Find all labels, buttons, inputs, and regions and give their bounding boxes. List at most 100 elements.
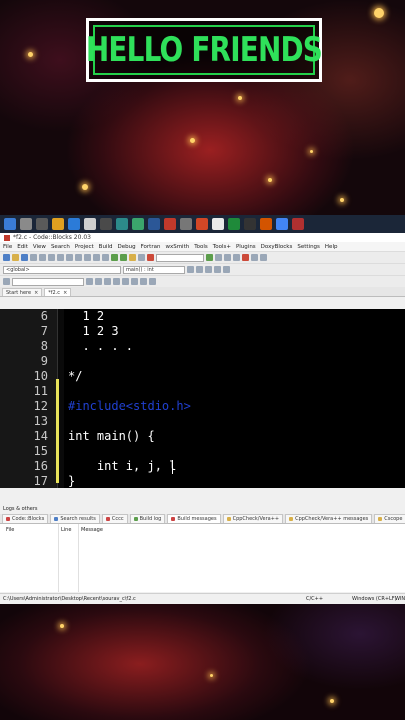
codeblocks-icon[interactable]: [260, 218, 272, 230]
search-icon[interactable]: [86, 278, 93, 285]
code-text: #include<stdio.h>: [68, 399, 191, 413]
app-icon[interactable]: [180, 218, 192, 230]
menu-debug[interactable]: Debug: [117, 244, 135, 250]
logs-tab-build-log[interactable]: Build log: [129, 514, 166, 523]
clock-app-icon[interactable]: [84, 218, 96, 230]
app-icon[interactable]: [212, 218, 224, 230]
close-icon[interactable]: ×: [34, 289, 38, 296]
logs-tab-cppcheck[interactable]: CppCheck/Vera++: [222, 514, 284, 523]
menu-tools[interactable]: Tools: [194, 244, 208, 250]
cut-icon[interactable]: [66, 254, 73, 261]
build-messages-list[interactable]: File Line Message: [0, 524, 405, 592]
info-icon[interactable]: [260, 254, 267, 261]
step-icon[interactable]: [215, 254, 222, 261]
menu-project[interactable]: Project: [75, 244, 94, 250]
save-all-icon[interactable]: [30, 254, 37, 261]
menu-search[interactable]: Search: [51, 244, 70, 250]
tab-label: Code::Blocks: [12, 515, 45, 522]
step-into-icon[interactable]: [224, 254, 231, 261]
scope-combo[interactable]: <global>: [3, 265, 121, 274]
app-icon[interactable]: [228, 218, 240, 230]
vscode-icon[interactable]: [68, 218, 80, 230]
menu-view[interactable]: View: [33, 244, 46, 250]
save-icon[interactable]: [21, 254, 28, 261]
menu-file[interactable]: File: [3, 244, 12, 250]
acrobat-icon[interactable]: [196, 218, 208, 230]
tab-f2-c[interactable]: *f2.c ×: [44, 288, 72, 296]
debug-windows-icon[interactable]: [251, 254, 258, 261]
uncomment-icon[interactable]: [113, 278, 120, 285]
menu-tools-plus[interactable]: Tools+: [213, 244, 231, 250]
search-combo[interactable]: [12, 277, 84, 286]
app-icon[interactable]: [132, 218, 144, 230]
stop-debug-icon[interactable]: [242, 254, 249, 261]
word-icon[interactable]: [148, 218, 160, 230]
prev-bookmark-icon[interactable]: [214, 266, 221, 273]
column-header-line[interactable]: Line: [61, 527, 71, 533]
jump-back-icon[interactable]: [187, 266, 194, 273]
build-run-icon[interactable]: [129, 254, 136, 261]
menu-plugins[interactable]: Plugins: [236, 244, 256, 250]
logs-tab-cscope[interactable]: Cscope: [374, 514, 405, 523]
tab-icon: [54, 517, 59, 521]
jump-forward-icon[interactable]: [196, 266, 203, 273]
toggle-bookmark-icon[interactable]: [205, 266, 212, 273]
close-icon[interactable]: ×: [63, 289, 67, 296]
redo-icon[interactable]: [57, 254, 64, 261]
logs-tab-build-messages[interactable]: Build messages: [167, 514, 221, 523]
app-icon[interactable]: [292, 218, 304, 230]
chrome-icon[interactable]: [276, 218, 288, 230]
menu-wxsmith[interactable]: wxSmith: [165, 244, 189, 250]
comment-icon[interactable]: [104, 278, 111, 285]
logs-tab-cppcheck-messages[interactable]: CppCheck/Vera++ messages: [285, 514, 373, 523]
print-icon[interactable]: [39, 254, 46, 261]
next-bookmark-icon[interactable]: [223, 266, 230, 273]
powerpoint-icon[interactable]: [164, 218, 176, 230]
app-icon[interactable]: [244, 218, 256, 230]
menu-settings[interactable]: Settings: [297, 244, 320, 250]
replace-icon[interactable]: [102, 254, 109, 261]
function-combo[interactable]: main() : int: [123, 265, 185, 274]
abort-icon[interactable]: [147, 254, 154, 261]
app-icon[interactable]: [100, 218, 112, 230]
tab-label: *f2.c: [48, 290, 61, 296]
menu-help[interactable]: Help: [325, 244, 338, 250]
code-editor[interactable]: 6 1 2 7 1 2 3 8 . . . . 9 10 */ 11 12 #inc…: [0, 309, 405, 488]
step-out-icon[interactable]: [233, 254, 240, 261]
undo-icon[interactable]: [48, 254, 55, 261]
run-icon[interactable]: [120, 254, 127, 261]
regex-icon[interactable]: [122, 278, 129, 285]
build-target-combo[interactable]: [156, 253, 204, 262]
menu-edit[interactable]: Edit: [17, 244, 28, 250]
rebuild-icon[interactable]: [138, 254, 145, 261]
terminal-icon[interactable]: [116, 218, 128, 230]
open-file-icon[interactable]: [12, 254, 19, 261]
match-case-icon[interactable]: [131, 278, 138, 285]
folder-icon[interactable]: [52, 218, 64, 230]
paste-icon[interactable]: [84, 254, 91, 261]
build-icon[interactable]: [111, 254, 118, 261]
logs-tab-search-results[interactable]: Search results: [50, 514, 100, 523]
column-header-message[interactable]: Message: [81, 527, 103, 533]
task-view-icon[interactable]: [36, 218, 48, 230]
menu-doxyblocks[interactable]: DoxyBlocks: [261, 244, 293, 250]
tab-icon: [6, 517, 10, 521]
logs-tab-cccc[interactable]: Cccc: [101, 514, 128, 523]
find-icon[interactable]: [93, 254, 100, 261]
start-icon[interactable]: [4, 218, 16, 230]
select-all-icon[interactable]: [95, 278, 102, 285]
debug-icon[interactable]: [206, 254, 213, 261]
format-icon[interactable]: [149, 278, 156, 285]
line-number: 7: [40, 324, 48, 338]
logs-tab-codeblocks[interactable]: Code::Blocks: [2, 514, 49, 523]
column-header-file[interactable]: File: [6, 527, 14, 533]
tab-label: Cccc: [111, 515, 124, 522]
search-icon[interactable]: [20, 218, 32, 230]
menu-build[interactable]: Build: [99, 244, 113, 250]
new-file-icon[interactable]: [3, 254, 10, 261]
tab-start-here[interactable]: Start here ×: [2, 288, 43, 296]
copy-icon[interactable]: [75, 254, 82, 261]
code-completion-icon[interactable]: [140, 278, 147, 285]
menu-fortran[interactable]: Fortran: [141, 244, 161, 250]
text-highlight-icon[interactable]: [3, 278, 10, 285]
